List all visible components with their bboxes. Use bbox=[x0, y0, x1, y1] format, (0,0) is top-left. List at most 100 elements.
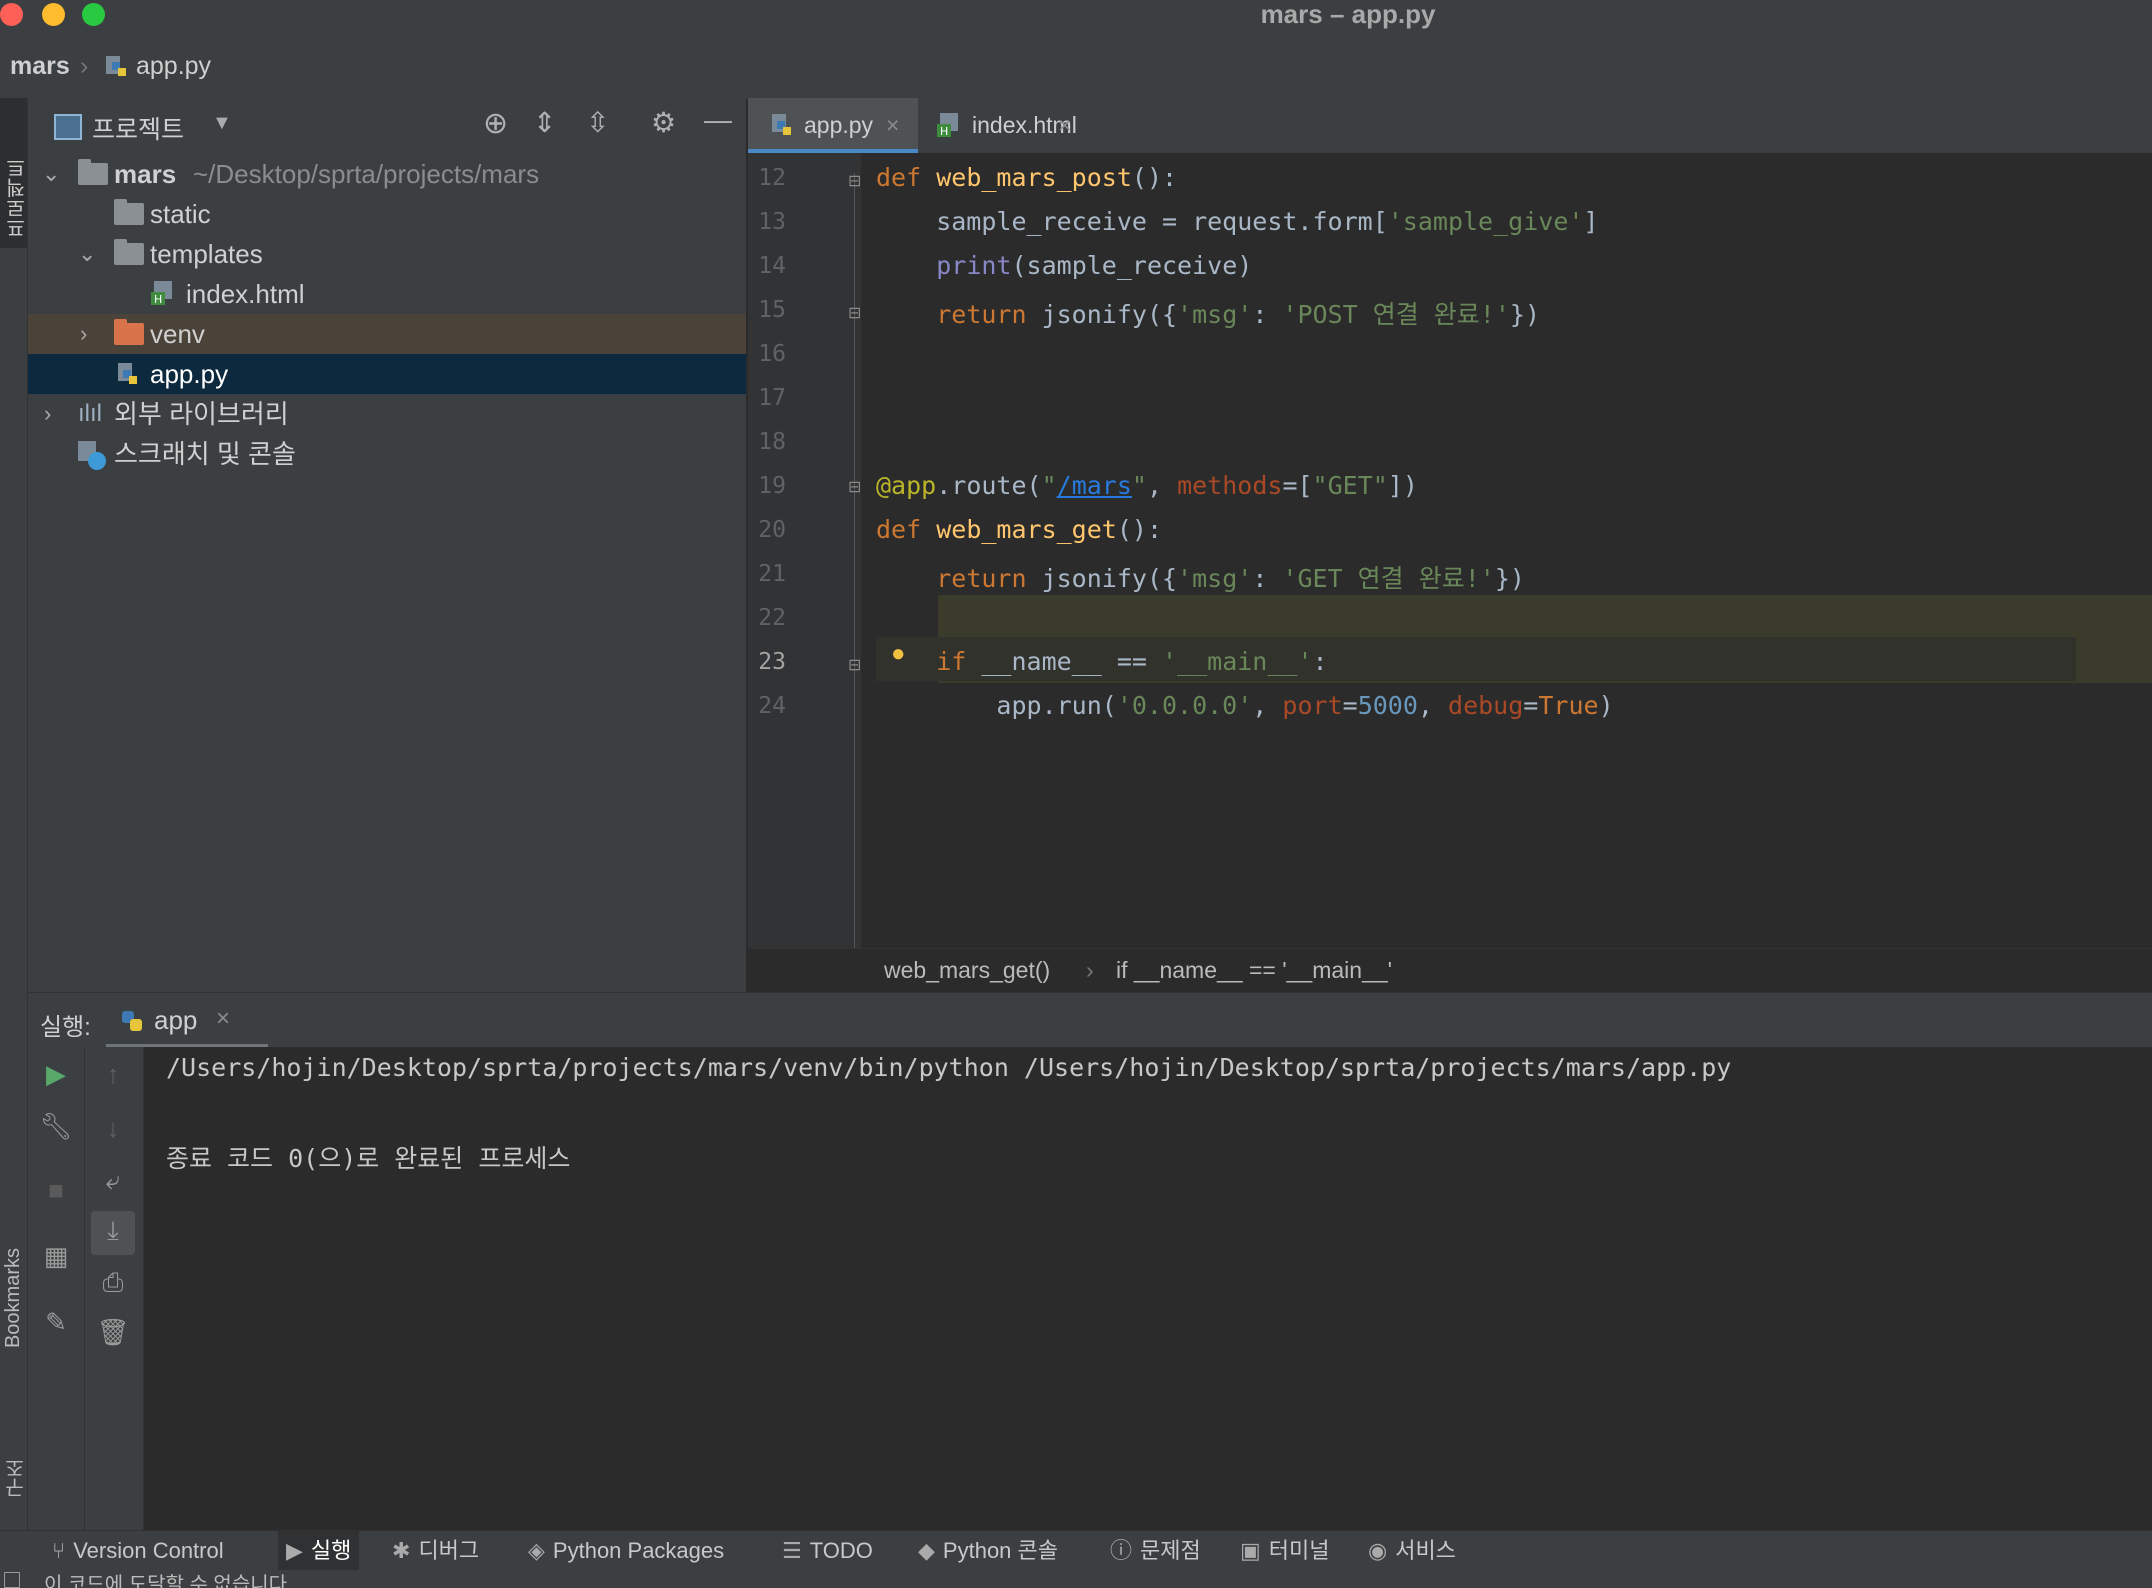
tool-terminal[interactable]: ▣ 터미널 bbox=[1240, 1531, 1330, 1571]
scroll-to-end-icon[interactable]: ⤓ bbox=[85, 1215, 141, 1247]
close-icon[interactable]: × bbox=[1058, 98, 1071, 152]
chevron-down-icon[interactable]: ⌄ bbox=[78, 234, 98, 274]
breadcrumb-if-block[interactable]: if __name__ == '__main__' bbox=[1116, 957, 1392, 984]
navigation-bar: mars › app.py bbox=[0, 30, 2152, 100]
run-panel-header: 실행: app × bbox=[28, 992, 2152, 1048]
chevron-right-icon[interactable]: › bbox=[80, 314, 100, 354]
tool-todo[interactable]: ☰ TODO bbox=[782, 1531, 873, 1571]
code-line-15: return jsonify({'msg': 'POST 연결 완료!'}) bbox=[936, 300, 1540, 329]
html-file-icon: H bbox=[937, 113, 958, 138]
code-line-22: if __name__ == '__main__': bbox=[936, 647, 1328, 676]
warning-icon: ⓘ bbox=[1110, 1538, 1133, 1563]
arrow-up-icon[interactable]: ↑ bbox=[85, 1059, 141, 1090]
bug-icon: ✱ bbox=[392, 1538, 411, 1563]
tool-label: 터미널 bbox=[1268, 1538, 1330, 1563]
tree-item-label: index.html bbox=[186, 279, 305, 309]
rerun-icon[interactable]: ▶ bbox=[28, 1059, 84, 1090]
bookmarks-tool-label[interactable]: Bookmarks bbox=[2, 1248, 25, 1348]
nav-project[interactable]: mars bbox=[10, 52, 70, 81]
project-tool-tab[interactable]: 프로젝트 bbox=[0, 98, 29, 248]
fold-icon[interactable]: ⊟ bbox=[848, 655, 861, 675]
svg-text:H: H bbox=[154, 293, 162, 306]
tool-run[interactable]: ▶ 실행 bbox=[278, 1531, 360, 1571]
project-view-title[interactable]: 프로젝트 bbox=[92, 110, 184, 146]
close-icon[interactable]: × bbox=[886, 98, 899, 152]
status-message: 이 코드에 도달할 수 없습니다 bbox=[44, 1574, 288, 1588]
wrench-icon[interactable]: 🔧︎ bbox=[28, 1111, 84, 1142]
folder-icon bbox=[114, 319, 144, 345]
code-line-18: @app.route("/mars", methods=["GET"]) bbox=[876, 471, 1418, 500]
soft-wrap-icon[interactable]: ⤶ bbox=[85, 1165, 141, 1197]
line-number: 17 bbox=[758, 385, 786, 411]
arrow-down-icon[interactable]: ↓ bbox=[85, 1113, 141, 1144]
folder-icon bbox=[114, 239, 144, 265]
collapse-all-icon[interactable]: ⇳ bbox=[586, 106, 609, 139]
locate-icon[interactable]: ⊕ bbox=[483, 106, 508, 141]
tree-item-app-py[interactable]: app.py bbox=[28, 354, 746, 394]
nav-file[interactable]: app.py bbox=[136, 52, 211, 81]
tool-version-control[interactable]: ⑂ Version Control bbox=[52, 1531, 224, 1571]
editor-breadcrumb: web_mars_get() › if __name__ == '__main_… bbox=[748, 948, 2152, 991]
tree-item-mars[interactable]: ⌄ mars ~/Desktop/sprta/projects/mars bbox=[28, 154, 746, 194]
stop-icon[interactable]: ■ bbox=[28, 1175, 84, 1206]
chevron-down-icon[interactable]: ⌄ bbox=[42, 154, 62, 194]
run-label: 실행: bbox=[40, 1014, 91, 1041]
tool-services[interactable]: ◉ 서비스 bbox=[1368, 1531, 1456, 1571]
code-line-13: sample_receive = request.form['sample_gi… bbox=[876, 207, 1599, 236]
folder-icon bbox=[78, 159, 108, 185]
tab-app-py[interactable]: app.py × bbox=[748, 98, 918, 153]
structure-tool-label[interactable]: 구조 bbox=[2, 1458, 31, 1498]
tree-item-label: templates bbox=[150, 239, 263, 269]
line-number: 15 bbox=[758, 297, 786, 323]
trash-icon[interactable]: 🗑︎ bbox=[85, 1317, 141, 1348]
tree-item-label: static bbox=[150, 199, 211, 229]
tree-item-templates[interactable]: ⌄ templates bbox=[28, 234, 746, 274]
services-icon: ◉ bbox=[1368, 1538, 1388, 1563]
layers-icon: ◈ bbox=[528, 1538, 545, 1563]
line-number: 23 bbox=[758, 649, 786, 675]
close-icon[interactable]: × bbox=[216, 1005, 230, 1033]
line-gutter: 12 13 14 15 16 17 18 19 20 21 22 23 24 ⊟… bbox=[748, 153, 861, 948]
editor-tab-bar: app.py × H index.html × bbox=[748, 98, 2152, 154]
project-panel-header: 프로젝트 ▼ ⊕ ⇕ ⇳ ⚙ — bbox=[28, 98, 746, 153]
layout-icon[interactable]: ▦ bbox=[28, 1241, 84, 1272]
chevron-down-icon[interactable]: ▼ bbox=[212, 112, 232, 135]
tree-item-external-libraries[interactable]: › ılıl 외부 라이브러리 bbox=[28, 394, 746, 434]
bottom-tool-bar: ⑂ Version Control ▶ 실행 ✱ 디버그 ◈ Python Packag… bbox=[0, 1530, 2152, 1571]
tree-item-static[interactable]: static bbox=[28, 194, 746, 234]
lightbulb-icon[interactable]: ● bbox=[891, 640, 906, 668]
code-editor[interactable]: 12 13 14 15 16 17 18 19 20 21 22 23 24 ⊟… bbox=[748, 153, 2152, 948]
fold-icon[interactable]: ⊟ bbox=[848, 303, 861, 323]
chevron-right-icon[interactable]: › bbox=[44, 394, 64, 434]
status-icon[interactable] bbox=[4, 1572, 20, 1588]
tool-debug[interactable]: ✱ 디버그 bbox=[392, 1531, 479, 1571]
line-number: 22 bbox=[758, 605, 786, 631]
fold-icon[interactable]: ⊟ bbox=[848, 477, 861, 497]
tab-run-app[interactable]: app × bbox=[106, 993, 268, 1048]
folder-icon bbox=[114, 199, 144, 225]
print-icon[interactable]: ⎙ bbox=[85, 1267, 141, 1299]
tool-problems[interactable]: ⓘ 문제점 bbox=[1110, 1531, 1201, 1571]
fold-icon[interactable]: ⊟ bbox=[848, 171, 861, 191]
pin-icon[interactable]: ✎ bbox=[28, 1307, 84, 1338]
code-line-20: return jsonify({'msg': 'GET 연결 완료!'}) bbox=[936, 564, 1525, 593]
fold-guide bbox=[854, 173, 855, 948]
python-icon bbox=[122, 1011, 142, 1031]
gear-icon[interactable]: ⚙ bbox=[651, 106, 676, 139]
tool-python-console[interactable]: ◆ Python 콘솔 bbox=[918, 1531, 1058, 1571]
hide-panel-icon[interactable]: — bbox=[704, 104, 732, 136]
expand-all-icon[interactable]: ⇕ bbox=[533, 106, 556, 139]
tab-index-html[interactable]: H index.html × bbox=[928, 98, 1108, 153]
tool-python-packages[interactable]: ◈ Python Packages bbox=[528, 1531, 724, 1571]
tree-item-venv[interactable]: › venv bbox=[28, 314, 746, 354]
window-title: mars – app.py bbox=[1260, 0, 1436, 29]
line-number: 24 bbox=[758, 693, 786, 719]
tree-item-label: app.py bbox=[150, 359, 229, 389]
breadcrumb-function[interactable]: web_mars_get() bbox=[884, 957, 1050, 984]
line-number: 13 bbox=[758, 209, 786, 235]
tree-item-scratches[interactable]: 스크래치 및 콘솔 bbox=[28, 434, 746, 474]
branch-icon: ⑂ bbox=[52, 1538, 66, 1563]
run-console[interactable]: /Users/hojin/Desktop/sprta/projects/mars… bbox=[144, 1047, 2152, 1530]
tool-label: 서비스 bbox=[1395, 1538, 1456, 1563]
tree-item-index-html[interactable]: H index.html bbox=[28, 274, 746, 314]
